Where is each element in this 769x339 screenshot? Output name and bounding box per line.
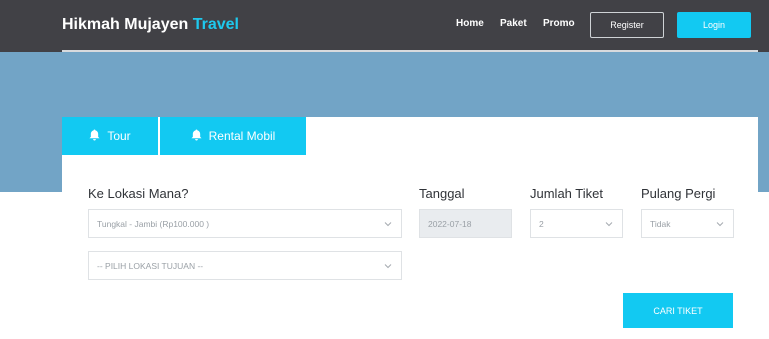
tab-rental-mobil[interactable]: Rental Mobil [160, 117, 306, 155]
tab-tour[interactable]: Tour [62, 117, 158, 155]
chevron-down-icon [605, 222, 613, 227]
tanggal-label: Tanggal [419, 186, 465, 201]
tab-tour-label: Tour [107, 129, 131, 143]
jumlah-tiket-label: Jumlah Tiket [530, 186, 603, 201]
tujuan-select-value: -- PILIH LOKASI TUJUAN -- [97, 260, 204, 271]
brand-accent: Travel [192, 16, 239, 33]
jumlah-tiket-select[interactable]: 2 [530, 209, 623, 238]
chevron-down-icon [716, 222, 724, 227]
tujuan-select[interactable]: -- PILIH LOKASI TUJUAN -- [88, 251, 402, 280]
brand-name: Hikmah Mujayen [62, 16, 189, 33]
chevron-down-icon [384, 264, 392, 269]
nav-paket-link[interactable]: Paket [500, 18, 527, 29]
nav-promo-link[interactable]: Promo [543, 18, 575, 29]
jumlah-tiket-value: 2 [539, 218, 544, 229]
pulang-pergi-select[interactable]: Tidak [641, 209, 734, 238]
chevron-down-icon [384, 222, 392, 227]
asal-select[interactable]: Tungkal - Jambi (Rp100.000 ) [88, 209, 402, 238]
brand-logo[interactable]: Hikmah Mujayen Travel [62, 16, 239, 34]
login-button[interactable]: Login [677, 12, 751, 38]
tanggal-field-value: 2022-07-18 [428, 218, 472, 229]
asal-select-value: Tungkal - Jambi (Rp100.000 ) [97, 218, 210, 229]
lokasi-label: Ke Lokasi Mana? [88, 186, 189, 201]
bell-icon [89, 129, 100, 144]
tab-rental-label: Rental Mobil [208, 129, 276, 143]
bell-icon [191, 129, 202, 144]
cari-tiket-button[interactable]: CARI TIKET [623, 293, 733, 328]
pulang-pergi-value: Tidak [650, 218, 671, 229]
nav-home-link[interactable]: Home [456, 18, 484, 29]
register-button[interactable]: Register [590, 12, 664, 38]
tanggal-field[interactable]: 2022-07-18 [419, 209, 512, 238]
pulang-pergi-label: Pulang Pergi [641, 186, 716, 201]
